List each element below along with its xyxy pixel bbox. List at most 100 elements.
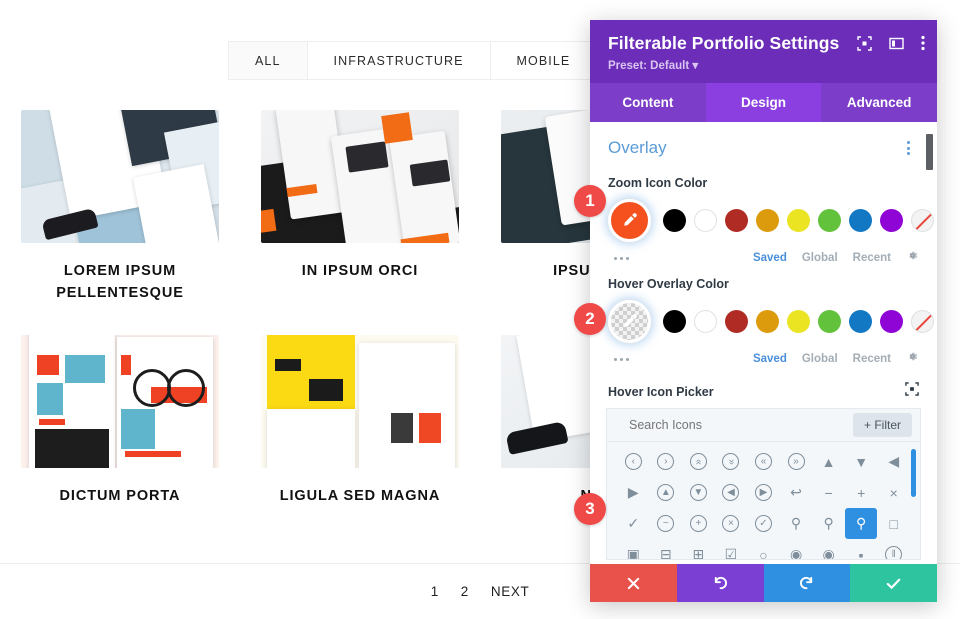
swatch-white[interactable] <box>694 209 717 232</box>
swatch-black[interactable] <box>663 310 686 333</box>
focus-icon[interactable] <box>905 382 919 401</box>
modal-tabs: Content Design Advanced <box>590 83 937 122</box>
search-input[interactable] <box>629 418 853 432</box>
portfolio-item[interactable]: DICTUM PORTA <box>0 334 240 507</box>
swatch-amber[interactable] <box>756 209 779 232</box>
swatch-dark-red[interactable] <box>725 310 748 333</box>
page-link-next[interactable]: NEXT <box>491 584 529 599</box>
meta-link-recent[interactable]: Recent <box>853 353 891 365</box>
swatch-green[interactable] <box>818 209 841 232</box>
chevrons-left-circle-icon[interactable]: « <box>747 446 780 477</box>
plus-icon[interactable]: + <box>845 477 878 508</box>
check-circle-icon[interactable]: ✓ <box>747 508 780 539</box>
portfolio-item[interactable]: LOREM IPSUM PELLENTESQUE <box>0 110 240 305</box>
portfolio-thumbnail[interactable] <box>21 110 219 243</box>
chevron-right-circle-icon[interactable]: › <box>650 446 683 477</box>
tab-advanced[interactable]: Advanced <box>821 83 937 122</box>
swatch-amber[interactable] <box>756 310 779 333</box>
redo-button[interactable] <box>763 564 851 602</box>
swatch-white[interactable] <box>694 310 717 333</box>
undo-button[interactable] <box>676 564 764 602</box>
square-plus-icon[interactable]: ⊞ <box>682 539 715 559</box>
zoom-in-icon[interactable]: ⚲ <box>812 508 845 539</box>
portfolio-thumbnail[interactable] <box>21 334 219 468</box>
portfolio-item[interactable]: LIGULA SED MAGNA <box>240 334 480 507</box>
overlay-section-header: Overlay <box>590 122 937 166</box>
page-link-2[interactable]: 2 <box>461 584 469 599</box>
meta-link-recent[interactable]: Recent <box>853 252 891 264</box>
filter-button[interactable]: + Filter <box>852 413 912 437</box>
swatch-no-color[interactable] <box>911 209 934 232</box>
page-link-1[interactable]: 1 <box>431 584 439 599</box>
triangle-right-icon[interactable]: ▶ <box>617 477 650 508</box>
meta-link-global[interactable]: Global <box>802 353 838 365</box>
circle-outline-icon[interactable]: ○ <box>747 539 780 560</box>
chevron-left-circle-icon[interactable]: ‹ <box>617 446 650 477</box>
more-options-icon[interactable] <box>614 357 629 361</box>
portfolio-thumbnail[interactable] <box>261 110 459 243</box>
gear-icon[interactable] <box>906 249 919 267</box>
focus-icon[interactable] <box>857 35 872 51</box>
triangle-left-icon[interactable]: ◀ <box>877 446 910 477</box>
minus-circle-icon[interactable]: − <box>650 508 683 539</box>
chevrons-down-circle-icon[interactable]: » <box>715 446 748 477</box>
filter-tab-mobile[interactable]: MOBILE <box>490 42 598 79</box>
meta-link-global[interactable]: Global <box>802 252 838 264</box>
more-options-icon[interactable] <box>614 256 629 260</box>
minus-icon[interactable]: − <box>812 477 845 508</box>
triangle-down-icon[interactable]: ▼ <box>845 446 878 477</box>
swatch-yellow[interactable] <box>787 209 810 232</box>
chevrons-right-circle-icon[interactable]: » <box>780 446 813 477</box>
section-more-icon[interactable] <box>907 141 919 155</box>
active-color-swatch[interactable] <box>608 199 651 242</box>
square-check-icon[interactable]: ☑ <box>715 539 748 559</box>
active-color-swatch[interactable] <box>608 300 651 343</box>
plus-circle-icon[interactable]: + <box>682 508 715 539</box>
filter-tab-infrastructure[interactable]: INFRASTRUCTURE <box>307 42 491 79</box>
portfolio-thumbnail[interactable] <box>261 334 459 468</box>
save-button[interactable] <box>850 564 937 602</box>
square-icon[interactable]: □ <box>877 508 910 539</box>
filter-tab-all[interactable]: ALL <box>229 42 308 79</box>
triangle-down-circle-icon[interactable]: ▼ <box>682 477 715 508</box>
meta-link-saved[interactable]: Saved <box>753 353 787 365</box>
close-circle-icon[interactable]: × <box>715 508 748 539</box>
search-icon[interactable]: ⚲ <box>844 508 878 539</box>
radio-selected-icon[interactable]: ◉ <box>780 539 813 559</box>
cancel-button[interactable] <box>590 564 677 602</box>
square-filled-inset-icon[interactable]: ▣ <box>617 539 650 559</box>
circle-square-icon[interactable]: ◉ <box>812 539 845 559</box>
undo-arrow-icon[interactable]: ↩ <box>780 477 813 508</box>
swatch-green[interactable] <box>818 310 841 333</box>
preset-selector[interactable]: Preset: Default ▾ <box>608 58 921 72</box>
swatch-purple[interactable] <box>880 310 903 333</box>
triangle-right-circle-icon[interactable]: ▶ <box>747 477 780 508</box>
triangle-up-circle-icon[interactable]: ▲ <box>650 477 683 508</box>
icon-grid-scrollbar[interactable] <box>911 449 916 497</box>
triangle-left-circle-icon[interactable]: ◀ <box>715 477 748 508</box>
swatch-dark-red[interactable] <box>725 209 748 232</box>
zoom-out-icon[interactable]: ⚲ <box>780 508 813 539</box>
check-icon[interactable]: ✓ <box>617 508 650 539</box>
portfolio-item[interactable]: IN IPSUM ORCI <box>240 110 480 305</box>
swatch-blue[interactable] <box>849 209 872 232</box>
chevrons-up-circle-icon[interactable]: » <box>682 446 715 477</box>
meta-link-saved[interactable]: Saved <box>753 252 787 264</box>
layout-panel-icon[interactable] <box>889 36 904 51</box>
gear-icon[interactable] <box>906 350 919 368</box>
tab-design[interactable]: Design <box>705 83 822 122</box>
more-vertical-icon[interactable] <box>921 35 925 51</box>
square-minus-icon[interactable]: ⊟ <box>650 539 683 559</box>
swatch-yellow[interactable] <box>787 310 810 333</box>
close-icon[interactable]: × <box>877 477 910 508</box>
small-square-icon[interactable]: ▪ <box>845 539 878 560</box>
swatch-no-color[interactable] <box>911 310 934 333</box>
swatch-blue[interactable] <box>849 310 872 333</box>
triangle-up-icon[interactable]: ▲ <box>812 446 845 477</box>
modal-header-icons <box>857 35 925 51</box>
tab-content[interactable]: Content <box>590 83 706 122</box>
swatch-black[interactable] <box>663 209 686 232</box>
pause-circle-icon[interactable]: ‖ <box>877 539 910 559</box>
swatch-purple[interactable] <box>880 209 903 232</box>
modal-scrollbar[interactable] <box>926 134 933 170</box>
